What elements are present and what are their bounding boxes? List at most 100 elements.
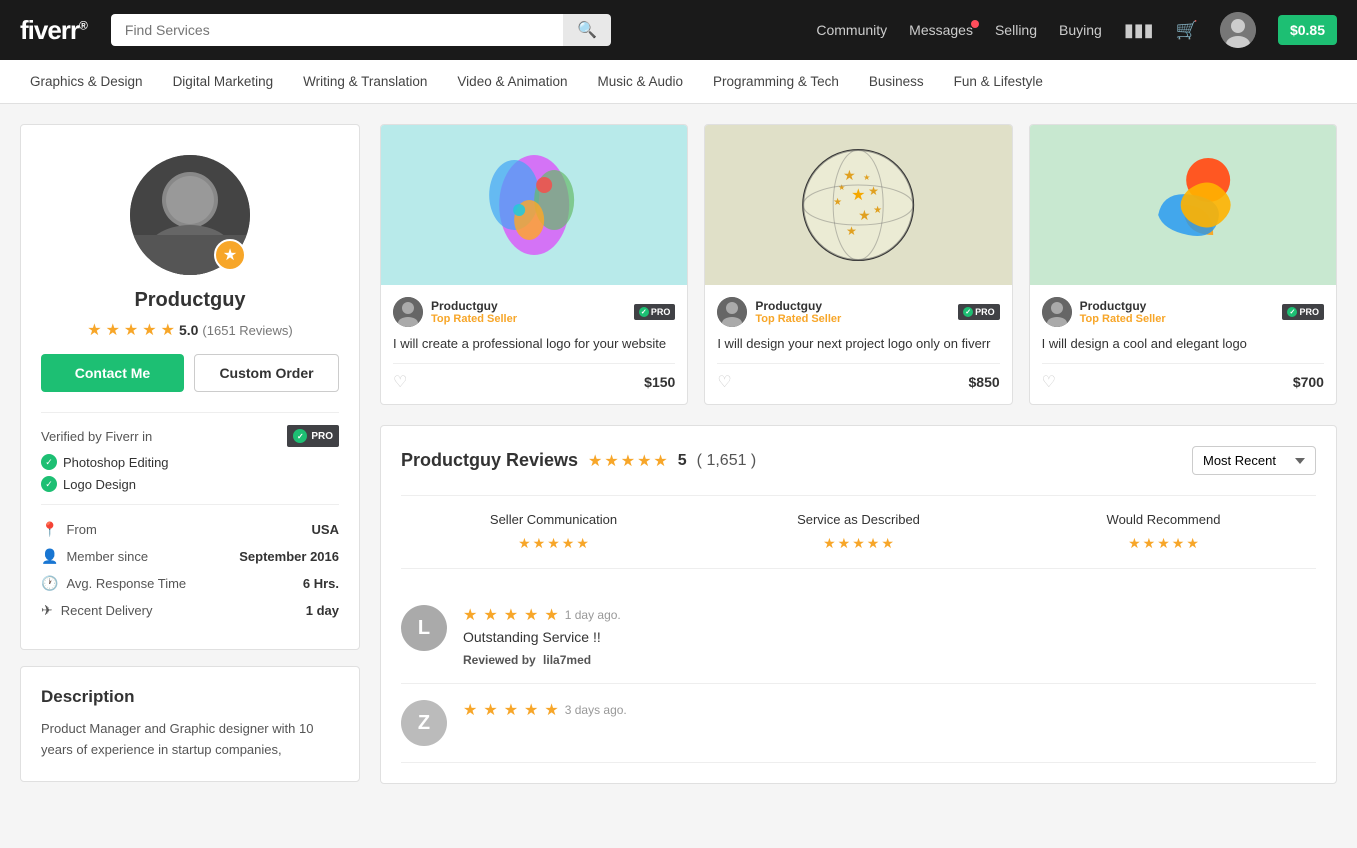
action-buttons: Contact Me Custom Order — [41, 354, 339, 392]
svg-text:★: ★ — [833, 197, 842, 208]
cat-music[interactable]: Music & Audio — [598, 60, 684, 104]
svg-text:★: ★ — [858, 207, 871, 223]
seller-avatar-2 — [1042, 297, 1072, 327]
pro-check-0: ✓ — [639, 307, 649, 317]
navbar-links: Community Messages Selling Buying ▮▮▮ 🛒 … — [816, 12, 1337, 48]
gig-card-1[interactable]: ★ ★ ★ ★ ★ ★ ★ ★ ★ — [704, 124, 1012, 405]
seller-info-1: Productguy Top Rated Seller — [755, 299, 950, 325]
ratings-breakdown: Seller Communication ★ ★ ★ ★ ★ Service a… — [401, 495, 1316, 569]
cat-video[interactable]: Video & Animation — [457, 60, 567, 104]
search-input[interactable] — [111, 14, 563, 46]
gig-price-2: $700 — [1293, 374, 1324, 390]
gig-image-0 — [381, 125, 687, 285]
reviews-title: Productguy Reviews — [401, 450, 578, 471]
gig-price-1: $850 — [969, 374, 1000, 390]
search-bar: 🔍 — [111, 14, 611, 46]
review-time-1: 3 days ago. — [565, 703, 627, 717]
cat-programming[interactable]: Programming & Tech — [713, 60, 839, 104]
reviewer-avatar-1: Z — [401, 700, 447, 746]
seller-avatar-1 — [717, 297, 747, 327]
cat-business[interactable]: Business — [869, 60, 924, 104]
search-button[interactable]: 🔍 — [563, 14, 611, 46]
heart-icon-2[interactable]: ♡ — [1042, 372, 1056, 392]
custom-order-button[interactable]: Custom Order — [194, 354, 339, 392]
avatar[interactable] — [1220, 12, 1256, 48]
sort-select[interactable]: Most Recent Most Relevant Top Reviews — [1192, 446, 1316, 475]
rev-star4: ★ — [637, 451, 651, 471]
reviews-title-row: Productguy Reviews ★ ★ ★ ★ ★ 5 ( 1,651 ) — [401, 450, 756, 471]
verified-item-photoshop: ✓ Photoshop Editing — [41, 454, 339, 470]
navbar: fiverr® 🔍 Community Messages Selling Buy… — [0, 0, 1357, 60]
pro-check-2: ✓ — [1287, 307, 1297, 317]
review-item-1: Z ★ ★ ★ ★ ★ 3 days ago. — [401, 684, 1316, 763]
heart-icon-0[interactable]: ♡ — [393, 372, 407, 392]
cat-lifestyle[interactable]: Fun & Lifestyle — [954, 60, 1043, 104]
cart-icon[interactable]: 🛒 — [1176, 20, 1198, 41]
member-since-value: September 2016 — [239, 549, 339, 564]
review-body-0: ★ ★ ★ ★ ★ 1 day ago. Outstanding Service… — [463, 605, 1316, 667]
rev-star2: ★ — [604, 451, 618, 471]
review-stars-row-1: ★ ★ ★ ★ ★ 3 days ago. — [463, 700, 1316, 720]
mini-stars-0: ★ ★ ★ ★ ★ — [518, 535, 589, 552]
seller-badge-0: Top Rated Seller — [431, 313, 626, 325]
response-time-value: 6 Hrs. — [303, 576, 339, 591]
nav-messages[interactable]: Messages — [909, 22, 973, 38]
cat-graphics[interactable]: Graphics & Design — [30, 60, 143, 104]
svg-text:★: ★ — [838, 183, 845, 192]
seller-name-1: Productguy — [755, 299, 950, 313]
fiverr-logo[interactable]: fiverr® — [20, 15, 87, 46]
rating-row: ★ ★ ★ ★ ★ 5.0 (1651 Reviews) — [87, 320, 293, 340]
delivery-value: 1 day — [306, 603, 339, 618]
cat-digital-marketing[interactable]: Digital Marketing — [173, 60, 274, 104]
star1: ★ — [87, 320, 101, 340]
profile-sidebar: ★ Productguy ★ ★ ★ ★ ★ 5.0 (1651 Reviews… — [20, 124, 360, 782]
gig-body-0: Productguy Top Rated Seller ✓ PRO I will… — [381, 285, 687, 404]
gig-title-0: I will create a professional logo for yo… — [393, 335, 675, 353]
clock-icon: 🕐 — [41, 575, 58, 592]
review-stars-row-0: ★ ★ ★ ★ ★ 1 day ago. — [463, 605, 1316, 625]
nav-community[interactable]: Community — [816, 22, 887, 38]
location-icon: 📍 — [41, 521, 58, 538]
gig-image-1: ★ ★ ★ ★ ★ ★ ★ ★ ★ — [705, 125, 1011, 285]
star4: ★ — [142, 320, 156, 340]
rating-cat-name-1: Service as Described — [797, 512, 920, 527]
review-time-0: 1 day ago. — [565, 608, 621, 622]
info-section: 📍 From USA 👤 Member since September 2016… — [41, 504, 339, 629]
seller-avatar-0 — [393, 297, 423, 327]
rating-cat-name-0: Seller Communication — [490, 512, 617, 527]
seller-info-2: Productguy Top Rated Seller — [1080, 299, 1275, 325]
svg-text:★: ★ — [843, 167, 856, 183]
reviews-header: Productguy Reviews ★ ★ ★ ★ ★ 5 ( 1,651 )… — [401, 446, 1316, 475]
gig-card-2[interactable]: Productguy Top Rated Seller ✓ PRO I will… — [1029, 124, 1337, 405]
star3: ★ — [124, 320, 138, 340]
reviews-stars: ★ ★ ★ ★ ★ — [588, 451, 668, 471]
verified-section: Verified by Fiverr in ✓ PRO ✓ Photoshop … — [41, 412, 339, 498]
contact-me-button[interactable]: Contact Me — [41, 354, 184, 392]
cat-writing[interactable]: Writing & Translation — [303, 60, 427, 104]
gig-footer-0: ♡ $150 — [393, 363, 675, 392]
gig-price-0: $150 — [644, 374, 675, 390]
gig-body-2: Productguy Top Rated Seller ✓ PRO I will… — [1030, 285, 1336, 404]
gigs-row: Productguy Top Rated Seller ✓ PRO I will… — [380, 124, 1337, 405]
analytics-icon[interactable]: ▮▮▮ — [1124, 20, 1154, 41]
pro-check-icon: ✓ — [293, 429, 307, 443]
reviewer-name-0: lila7med — [543, 653, 591, 667]
info-response-time: 🕐 Avg. Response Time 6 Hrs. — [41, 575, 339, 592]
profile-photo-wrapper: ★ — [130, 155, 250, 275]
gig-card-0[interactable]: Productguy Top Rated Seller ✓ PRO I will… — [380, 124, 688, 405]
delivery-icon: ✈ — [41, 602, 53, 619]
nav-selling[interactable]: Selling — [995, 22, 1037, 38]
nav-buying[interactable]: Buying — [1059, 22, 1102, 38]
balance-button[interactable]: $0.85 — [1278, 15, 1337, 45]
svg-text:★: ★ — [873, 205, 882, 216]
gig-footer-1: ♡ $850 — [717, 363, 999, 392]
pro-tag-1: ✓ PRO — [958, 304, 1000, 320]
gig-seller-row-2: Productguy Top Rated Seller ✓ PRO — [1042, 297, 1324, 327]
gig-title-1: I will design your next project logo onl… — [717, 335, 999, 353]
description-text: Product Manager and Graphic designer wit… — [41, 719, 339, 761]
rating-cat-recommend: Would Recommend ★ ★ ★ ★ ★ — [1011, 512, 1316, 552]
right-content: Productguy Top Rated Seller ✓ PRO I will… — [380, 124, 1337, 784]
gig-seller-row-0: Productguy Top Rated Seller ✓ PRO — [393, 297, 675, 327]
rev-star1: ★ — [588, 451, 602, 471]
heart-icon-1[interactable]: ♡ — [717, 372, 731, 392]
